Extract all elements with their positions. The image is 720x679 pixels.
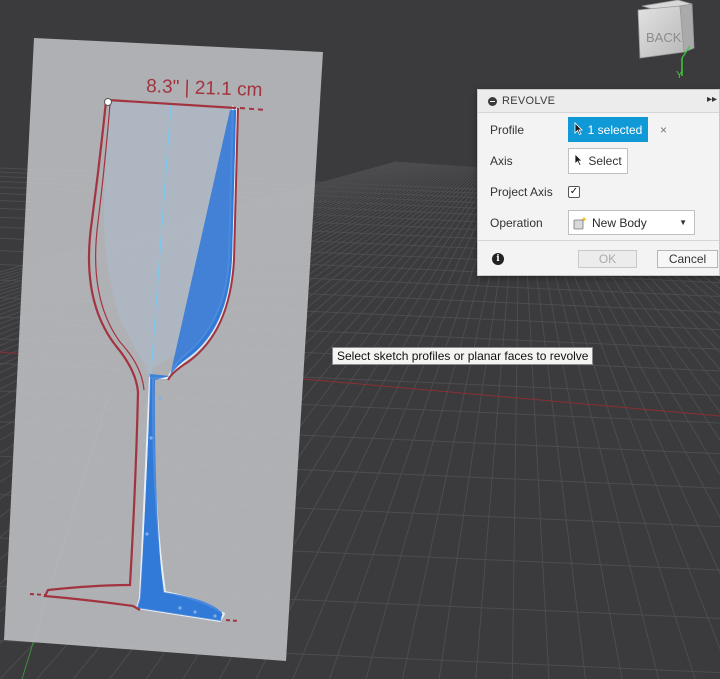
checkmark-icon: ✓ [569, 186, 579, 197]
cursor-arrow-icon [574, 121, 583, 138]
chevron-down-icon: ▼ [679, 218, 687, 227]
axis-row: Axis Select [490, 148, 628, 174]
project-axis-row: Project Axis ✓ [490, 185, 580, 199]
project-axis-checkbox[interactable]: ✓ [568, 186, 580, 198]
profile-row: Profile 1 selected × [490, 117, 667, 142]
tooltip: Select sketch profiles or planar faces t… [332, 347, 594, 365]
expand-arrows-icon[interactable]: ▸▸ [707, 94, 717, 105]
revolve-dialog-footer: i OK Cancel [478, 240, 719, 277]
operation-value: New Body [592, 215, 647, 230]
info-icon[interactable]: i [492, 253, 504, 265]
operation-dropdown[interactable]: New Body ▼ [568, 210, 695, 235]
axis-select-value: Select [588, 154, 622, 168]
rim-endpoint[interactable] [104, 98, 112, 106]
revolve-dialog-title: REVOLVE [502, 95, 556, 107]
profile-label: Profile [490, 122, 525, 137]
dimension-label[interactable]: 8.3" | 21.1 cm [146, 76, 263, 101]
view-cube[interactable]: BACK Y [630, 0, 720, 80]
cursor-arrow-icon [574, 153, 584, 169]
profile-select-value: 1 selected [587, 122, 643, 137]
operation-row: Operation New Body ▼ [490, 210, 695, 235]
axis-label: Axis [490, 154, 513, 168]
revolve-dialog: REVOLVE ▸▸ Profile 1 selected × Axis Sel… [477, 89, 720, 276]
axis-select-button[interactable]: Select [568, 148, 628, 174]
profile-select-button[interactable]: 1 selected [568, 117, 648, 142]
clear-selection-icon[interactable]: × [660, 123, 667, 137]
ok-button[interactable]: OK [578, 250, 637, 268]
cancel-button[interactable]: Cancel [657, 250, 718, 268]
operation-label: Operation [490, 215, 543, 230]
view-cube-y-label: Y [676, 70, 683, 80]
collapse-icon[interactable] [488, 96, 497, 106]
project-axis-label: Project Axis [490, 185, 553, 199]
revolve-dialog-header[interactable]: REVOLVE ▸▸ [478, 90, 719, 113]
view-cube-label: BACK [646, 30, 682, 45]
new-body-icon [573, 216, 587, 230]
